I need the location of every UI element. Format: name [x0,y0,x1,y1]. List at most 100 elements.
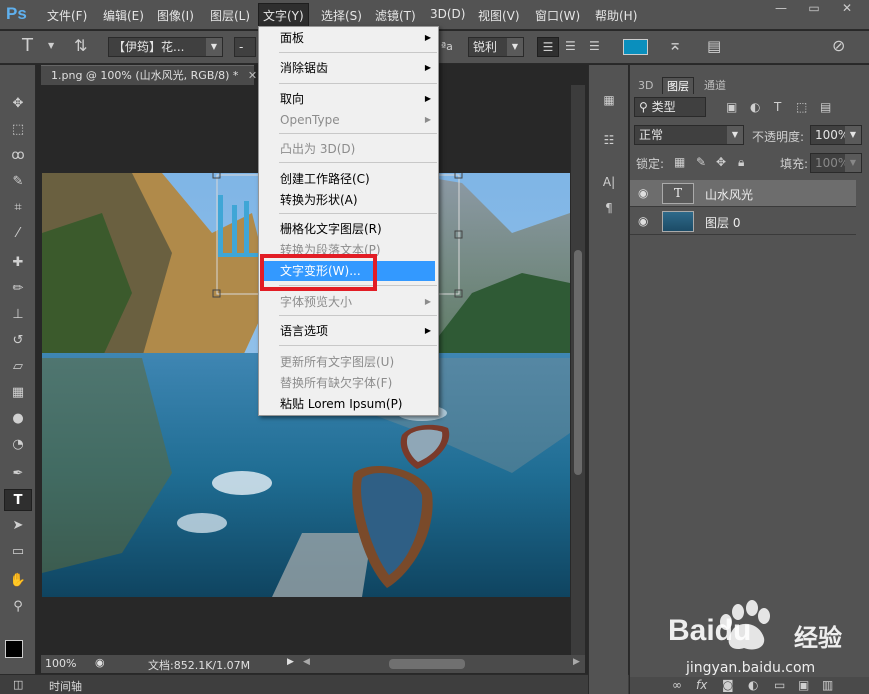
restore-icon[interactable]: ▭ [799,2,829,16]
menu-item-extrude-3d[interactable]: 凸出为 3D(D) [260,139,437,159]
menu-view[interactable]: 视图(V) [478,7,520,24]
foreground-color-swatch[interactable] [5,640,23,658]
zoom-level[interactable]: 100% [45,657,76,670]
status-icon[interactable]: ◉ [95,656,105,669]
text-orientation-icon[interactable]: ⇅ [74,36,87,55]
menu-item-antialias[interactable]: 消除锯齿 ▶ [260,58,437,78]
cancel-icon[interactable]: ⊘ [832,36,845,55]
minimize-icon[interactable]: — [766,2,796,16]
type-tool-icon[interactable]: T [4,489,32,511]
font-style-select[interactable]: - [234,37,256,57]
character-icon[interactable]: A| [597,171,621,193]
filter-adjustment-icon[interactable]: ◐ [750,100,760,114]
healing-brush-tool-icon[interactable]: ✚ [4,252,32,274]
filter-text-icon[interactable]: T [774,100,781,114]
history-brush-tool-icon[interactable]: ↺ [4,330,32,352]
filter-smart-icon[interactable]: ▤ [820,100,831,114]
eraser-tool-icon[interactable]: ▱ [4,356,32,378]
close-tab-icon[interactable]: ✕ [248,69,257,82]
layer-row-image[interactable]: ◉ 图层 0 [630,208,856,235]
tab-layers[interactable]: 图层 [662,77,694,94]
properties-icon[interactable]: ☷ [597,129,621,151]
align-right-icon[interactable]: ☰ [589,39,600,53]
clone-stamp-tool-icon[interactable]: ⊥ [4,304,32,326]
eyedropper-tool-icon[interactable]: ⁄ [4,223,32,245]
menu-item-font-preview-size[interactable]: 字体预览大小 ▶ [260,292,437,312]
crop-tool-icon[interactable]: ⌗ [4,197,32,219]
type-tool-icon[interactable]: T [22,35,33,56]
layer-name[interactable]: 山水风光 [705,186,753,203]
rectangle-tool-icon[interactable]: ▭ [4,541,32,563]
align-center-icon[interactable]: ☰ [565,39,576,53]
histogram-icon[interactable]: ▦ [597,89,621,111]
fill-input[interactable]: 100% ▼ [810,153,862,173]
menu-type[interactable]: 文字(Y) [258,3,309,27]
timeline-label[interactable]: 时间轴 [49,678,82,694]
move-tool-icon[interactable]: ✥ [4,93,32,115]
timeline-icon[interactable]: ◫ [13,678,23,691]
menu-3d[interactable]: 3D(D) [430,7,465,21]
align-left-icon[interactable]: ☰ [537,37,559,57]
opacity-input[interactable]: 100% ▼ [810,125,862,145]
lock-transparency-icon[interactable]: ▦ [674,155,685,169]
pen-tool-icon[interactable]: ✒ [4,463,32,485]
filter-shape-icon[interactable]: ⬚ [796,100,807,114]
character-panel-icon[interactable]: ▤ [707,37,721,55]
scrollbar-thumb[interactable] [574,250,582,475]
blur-tool-icon[interactable]: ● [4,408,32,430]
document-tab[interactable]: 1.png @ 100% (山水风光, RGB/8) * ✕ [41,65,257,85]
tab-channels[interactable]: 通道 [700,77,730,94]
menu-select[interactable]: 选择(S) [321,7,362,24]
lasso-tool-icon[interactable]: ꝏ [4,145,32,167]
menu-item-convert-to-shape[interactable]: 转换为形状(A) [260,190,437,210]
layer-name[interactable]: 图层 0 [705,214,740,231]
menu-item-replace-missing-fonts[interactable]: 替换所有缺欠字体(F) [260,373,437,393]
menu-item-update-all-text-layers[interactable]: 更新所有文字图层(U) [260,352,437,372]
horizontal-scrollbar-thumb[interactable] [389,659,465,669]
menu-item-opentype[interactable]: OpenType ▶ [260,110,437,130]
menu-file[interactable]: 文件(F) [47,7,87,24]
text-color-swatch[interactable] [623,39,648,55]
lock-all-icon[interactable]: 🔒︎ [738,155,744,170]
chevron-down-icon: ▼ [507,38,523,56]
marquee-tool-icon[interactable]: ⬚ [4,119,32,141]
filter-pixel-icon[interactable]: ▣ [726,100,737,114]
hand-tool-icon[interactable]: ✋ [4,570,32,592]
dodge-tool-icon[interactable]: ◔ [4,434,32,456]
path-selection-tool-icon[interactable]: ➤ [4,515,32,537]
scroll-left-icon[interactable]: ◀ [303,657,310,667]
menu-item-orientation[interactable]: 取向 ▶ [260,89,437,109]
menu-item-rasterize-type[interactable]: 栅格化文字图层(R) [260,219,437,239]
warp-text-icon[interactable]: ⌅ [668,35,682,55]
menu-filter[interactable]: 滤镜(T) [375,7,416,24]
menu-edit[interactable]: 编辑(E) [103,7,144,24]
blend-mode-select[interactable]: 正常 ▼ [634,125,744,145]
quick-select-tool-icon[interactable]: ✎ [4,171,32,193]
zoom-tool-icon[interactable]: ⚲ [4,596,32,618]
gradient-tool-icon[interactable]: ▦ [4,382,32,404]
lock-pixels-icon[interactable]: ✎ [696,155,706,169]
visibility-eye-icon[interactable]: ◉ [638,186,648,200]
scroll-right-icon[interactable]: ▶ [573,657,580,667]
lock-position-icon[interactable]: ✥ [716,155,726,169]
tool-preset-arrow-icon[interactable]: ▼ [48,41,54,50]
menu-image[interactable]: 图像(I) [157,7,194,24]
menu-item-paste-lorem-ipsum[interactable]: 粘贴 Lorem Ipsum(P) [260,394,437,414]
menu-item-panels[interactable]: 面板 ▶ [260,28,437,48]
menu-item-language-options[interactable]: 语言选项 ▶ [260,321,437,341]
font-family-select[interactable]: 【伊筠】花... ▼ [108,37,223,57]
menu-item-create-work-path[interactable]: 创建工作路径(C) [260,169,437,189]
visibility-eye-icon[interactable]: ◉ [638,214,648,228]
menu-help[interactable]: 帮助(H) [595,7,637,24]
menu-window[interactable]: 窗口(W) [535,7,580,24]
vertical-scrollbar[interactable] [571,85,585,655]
brush-tool-icon[interactable]: ✏ [4,278,32,300]
paragraph-icon[interactable]: ¶ [597,197,621,219]
antialias-select[interactable]: 锐利 ▼ [468,37,524,57]
tab-3d[interactable]: 3D [634,77,657,94]
layer-filter-select[interactable]: ⚲ 类型 [634,97,706,117]
menu-layer[interactable]: 图层(L) [210,7,250,24]
close-icon[interactable]: ✕ [832,2,862,16]
layer-row-text[interactable]: ◉ T 山水风光 [630,180,856,207]
status-menu-arrow-icon[interactable]: ▶ [287,657,294,667]
